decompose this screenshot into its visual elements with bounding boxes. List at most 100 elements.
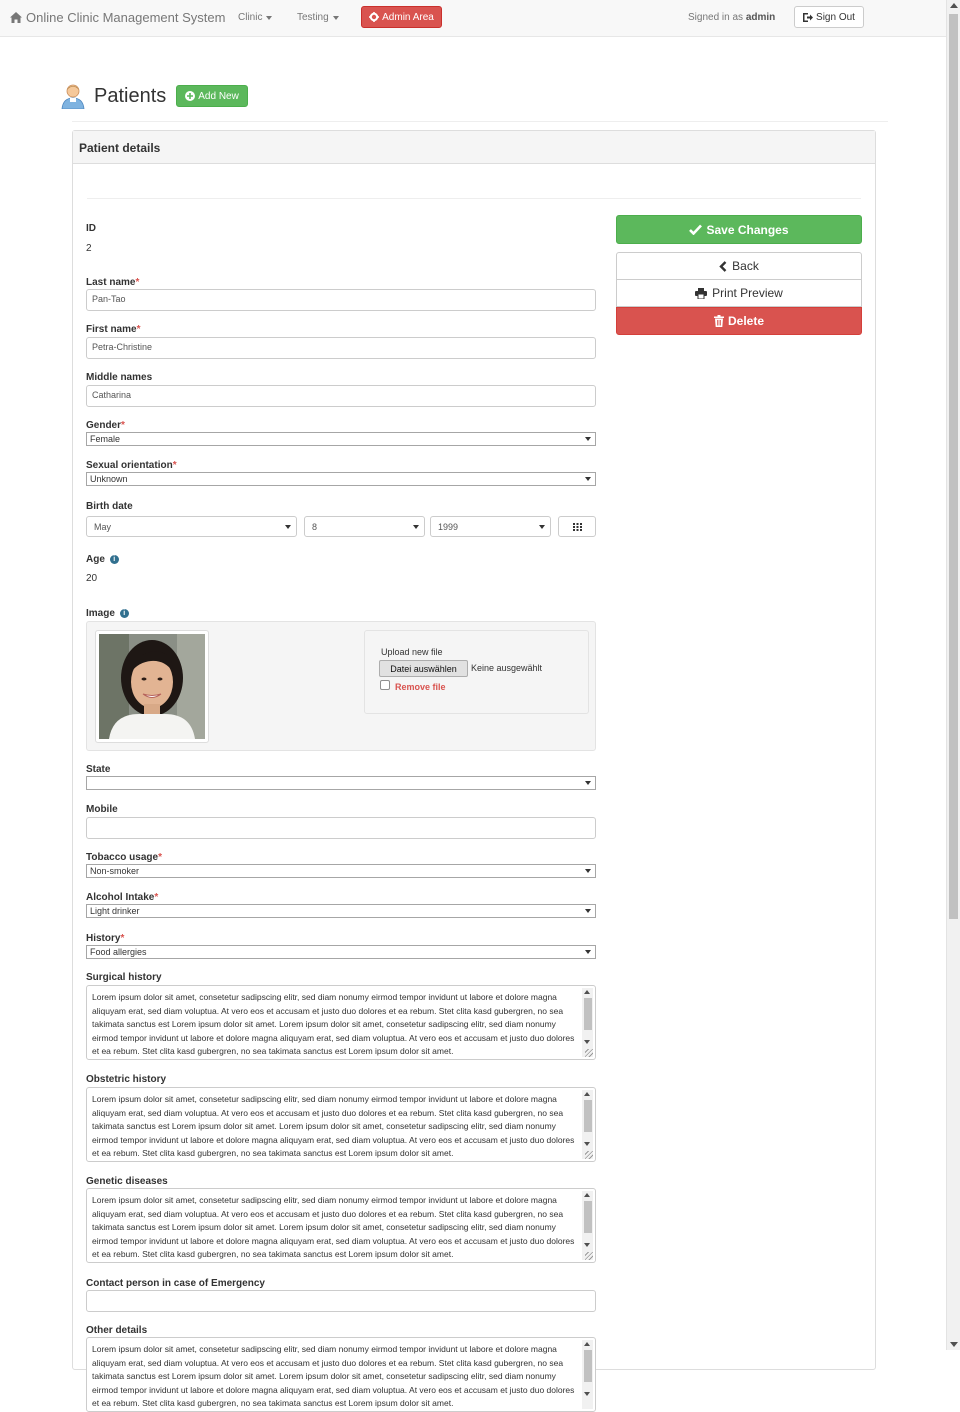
sign-out-label: Sign Out [816,11,855,23]
choose-file-button[interactable]: Datei auswählen [379,660,468,677]
required-marker: * [121,420,125,431]
last-name-input[interactable]: Pan-Tao [86,289,596,311]
textarea-scrollbar[interactable] [582,988,593,1057]
navbar: Online Clinic Management System Clinic T… [0,0,946,37]
birth-day-select[interactable]: 8 [304,516,425,537]
dropdown-arrow-icon [585,909,591,913]
birth-day-selected: 8 [312,522,318,532]
required-marker: * [135,277,140,288]
dropdown-arrow-icon [585,477,591,481]
surgical-history-text: Lorem ipsum dolor sit amet, consetetur s… [92,992,575,1057]
other-details-textarea[interactable]: Lorem ipsum dolor sit amet, consetetur s… [86,1337,596,1412]
tobacco-selected: Non-smoker [90,866,140,876]
required-marker: * [154,892,159,903]
menu-clinic[interactable]: Clinic [238,12,273,23]
middle-names-label: Middle names [86,372,153,383]
history-select[interactable]: Food allergies [86,945,596,959]
home-icon [10,12,22,23]
calendar-button[interactable] [558,516,596,537]
info-icon[interactable]: i [119,608,129,618]
history-selected: Food allergies [90,947,147,957]
age-value: 20 [86,573,98,584]
scroll-up-icon[interactable] [584,1193,590,1197]
first-name-input[interactable]: Petra-Christine [86,337,596,359]
scroll-up-icon[interactable] [584,1342,590,1346]
delete-button[interactable]: Delete [616,307,862,335]
menu-clinic-label: Clinic [238,12,263,23]
textarea-scrollbar[interactable] [582,1340,593,1409]
tobacco-label: Tobacco usage* [86,852,162,863]
textarea-scrollbar[interactable] [582,1090,593,1159]
remove-file-checkbox[interactable] [380,680,390,690]
scroll-down-icon[interactable] [584,1243,590,1247]
sexual-orientation-label: Sexual orientation* [86,460,177,471]
patient-photo [95,630,209,743]
add-new-button[interactable]: Add New [176,85,248,107]
middle-names-input[interactable]: Catharina [86,385,596,407]
brand-link[interactable]: Online Clinic Management System [10,10,225,25]
resize-grip-icon[interactable] [585,1049,593,1057]
upload-label: Upload new file [381,647,443,657]
required-marker: * [158,852,162,863]
scroll-down-icon[interactable] [584,1142,590,1146]
header-divider [72,121,888,122]
menu-testing-label: Testing [297,12,329,23]
alcohol-label-text: Alcohol Intake [86,892,155,903]
scroll-thumb[interactable] [584,1100,592,1132]
surgical-history-textarea[interactable]: Lorem ipsum dolor sit amet, consetetur s… [86,985,596,1060]
tobacco-select[interactable]: Non-smoker [86,864,596,878]
print-icon [695,287,708,299]
gender-select[interactable]: Female [86,432,596,446]
tobacco-label-text: Tobacco usage [86,852,159,863]
resize-grip-icon[interactable] [585,1151,593,1159]
mobile-input[interactable] [86,817,596,839]
resize-grip-icon[interactable] [585,1252,593,1260]
chevron-down-icon [332,15,339,20]
alcohol-select[interactable]: Light drinker [86,904,596,918]
add-new-label: Add New [198,90,239,102]
panel-heading: Patient details [73,131,875,164]
scroll-thumb[interactable] [584,1201,592,1233]
textarea-scrollbar[interactable] [582,1191,593,1260]
scroll-thumb[interactable] [584,1350,592,1382]
other-details-label: Other details [86,1325,148,1336]
back-button[interactable]: Back [616,252,862,280]
state-select[interactable] [86,776,596,790]
sign-out-button[interactable]: Sign Out [794,6,864,28]
genetic-diseases-textarea[interactable]: Lorem ipsum dolor sit amet, consetetur s… [86,1188,596,1263]
emergency-contact-input[interactable] [86,1290,596,1312]
birth-month-select[interactable]: May [86,516,297,537]
remove-file-label[interactable]: Remove file [395,682,446,692]
scroll-thumb[interactable] [584,998,592,1030]
page-scrollbar[interactable] [946,0,960,1350]
chevron-down-icon [266,15,273,20]
upload-box: Upload new file Datei auswählen Keine au… [364,630,589,714]
image-label-text: Image [86,608,115,619]
other-details-text: Lorem ipsum dolor sit amet, consetetur s… [92,1344,575,1409]
admin-area-button[interactable]: Admin Area [361,6,442,28]
sexual-orientation-select[interactable]: Unknown [86,472,596,486]
print-preview-button[interactable]: Print Preview [616,279,862,307]
obstetric-history-textarea[interactable]: Lorem ipsum dolor sit amet, consetetur s… [86,1087,596,1162]
scroll-up-icon[interactable] [950,3,958,8]
plus-circle-icon [185,91,196,101]
scroll-down-icon[interactable] [584,1392,590,1396]
sexual-orientation-selected: Unknown [90,474,128,484]
scroll-up-icon[interactable] [584,990,590,994]
calendar-icon [572,522,582,531]
sign-out-icon [803,12,814,22]
page-scroll-thumb[interactable] [949,14,958,919]
signed-in-prefix: Signed in as [688,12,744,23]
delete-label: Delete [727,314,765,328]
birth-year-select[interactable]: 1999 [430,516,551,537]
menu-testing[interactable]: Testing [297,12,339,23]
scroll-up-icon[interactable] [584,1092,590,1096]
scroll-down-icon[interactable] [950,1342,958,1347]
signed-in-user: admin [745,12,776,23]
brand-title: Online Clinic Management System [26,10,226,25]
info-icon[interactable]: i [109,554,119,564]
admin-area-label: Admin Area [382,11,434,23]
save-changes-button[interactable]: Save Changes [616,215,862,244]
scroll-down-icon[interactable] [584,1040,590,1044]
age-label: Age i [86,554,119,565]
